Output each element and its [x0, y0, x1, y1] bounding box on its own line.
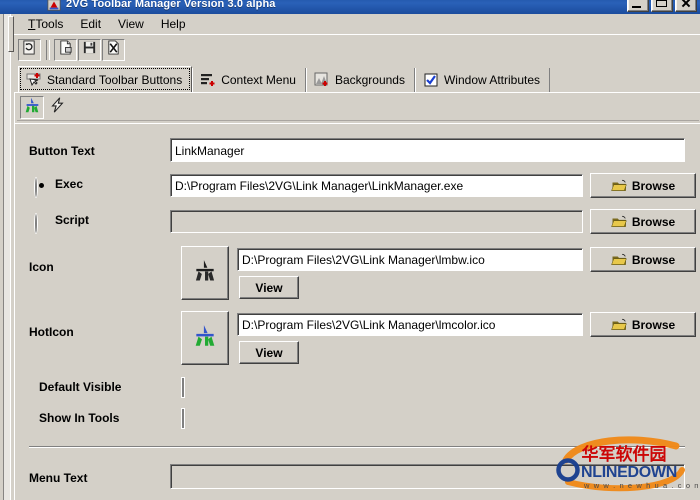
- minimize-button[interactable]: [627, 0, 649, 12]
- tab-label: Context Menu: [221, 73, 296, 87]
- hoticon-path-input[interactable]: D:\Program Files\2VG\Link Manager\lmcolo…: [237, 313, 583, 336]
- row-menu-text: Menu Text: [15, 464, 700, 492]
- menu-text-label: Menu Text: [29, 471, 88, 485]
- button-properties-form: Button Text LinkManager Exec D:\Program …: [15, 123, 700, 500]
- row-hoticon: HotIcon D:\Program Files\2VG\Link Manage…: [15, 311, 700, 371]
- window-controls: [627, 0, 697, 12]
- refresh-icon: [22, 39, 37, 60]
- hoticon-browse-label: Browse: [631, 317, 676, 332]
- checkbox-blue-icon: [423, 72, 439, 88]
- open-folder-icon: [611, 179, 627, 193]
- open-folder-icon: [611, 215, 627, 229]
- new-document-icon: [58, 39, 73, 60]
- icon-browse-button[interactable]: Browse: [590, 247, 696, 272]
- maximize-button[interactable]: [651, 0, 673, 12]
- panel-toolbar: [17, 95, 699, 121]
- icon-path-input[interactable]: D:\Program Files\2VG\Link Manager\lmbw.i…: [237, 248, 583, 271]
- toolbar-separator: [46, 39, 50, 60]
- row-script: Script Browse: [15, 209, 700, 236]
- tab-panel: Button Text LinkManager Exec D:\Program …: [14, 92, 700, 500]
- exec-radio[interactable]: [35, 178, 48, 197]
- vertical-scrollbar[interactable]: [3, 14, 14, 500]
- row-icon: Icon D:\Program Files\2VG\Link Manager\l…: [15, 246, 700, 306]
- menu-bar: TTools Edit View Help: [14, 14, 700, 34]
- show-in-tools-label: Show In Tools: [39, 411, 120, 425]
- tab-strip: Standard Toolbar Buttons Context Menu Ba…: [14, 66, 700, 92]
- icon-view-label: View: [255, 280, 283, 295]
- default-visible-checkbox[interactable]: [182, 378, 196, 397]
- toolbar-button-icon: [26, 72, 42, 88]
- linkmanager-color-icon: [192, 323, 218, 354]
- script-input[interactable]: [170, 210, 583, 233]
- hoticon-view-button[interactable]: View: [239, 341, 299, 364]
- tab-label: Backgrounds: [334, 73, 405, 87]
- hoticon-label: HotIcon: [29, 325, 74, 339]
- button-text-label: Button Text: [29, 144, 95, 158]
- hoticon-view-label: View: [255, 345, 283, 360]
- exec-input[interactable]: D:\Program Files\2VG\Link Manager\LinkMa…: [170, 174, 583, 197]
- app-icon: [46, 0, 62, 12]
- menu-text-input[interactable]: [170, 464, 685, 489]
- script-radio[interactable]: [35, 214, 48, 233]
- tab-backgrounds[interactable]: Backgrounds: [305, 68, 415, 92]
- exec-browse-button[interactable]: Browse: [590, 173, 696, 198]
- menu-tools[interactable]: TTools: [20, 15, 72, 33]
- exec-label: Exec: [55, 177, 84, 191]
- tab-standard-toolbar-buttons[interactable]: Standard Toolbar Buttons: [18, 66, 193, 92]
- script-label: Script: [55, 213, 90, 227]
- hoticon-preview: [181, 311, 229, 365]
- menu-tools-label: Tools: [35, 17, 64, 31]
- open-folder-icon: [611, 253, 627, 267]
- tab-label: Window Attributes: [443, 73, 541, 87]
- save-button[interactable]: [78, 38, 101, 61]
- row-show-in-tools: Show In Tools: [15, 407, 700, 431]
- menu-edit-label: Edit: [80, 17, 102, 31]
- window-title: 2VG Toolbar Manager Version 3.0 alpha: [66, 0, 276, 10]
- tab-window-attributes[interactable]: Window Attributes: [414, 68, 551, 92]
- left-frame-edge: [0, 14, 14, 500]
- open-folder-icon: [611, 318, 627, 332]
- exec-browse-label: Browse: [631, 178, 676, 193]
- menu-help-label: Help: [160, 17, 186, 31]
- default-visible-label: Default Visible: [39, 380, 122, 394]
- tab-context-menu[interactable]: Context Menu: [192, 68, 306, 92]
- context-menu-icon: [200, 72, 216, 88]
- script-browse-label: Browse: [631, 214, 676, 229]
- row-default-visible: Default Visible: [15, 376, 700, 400]
- main-toolbar: [14, 34, 700, 64]
- show-in-tools-checkbox[interactable]: [182, 409, 196, 428]
- title-bar: 2VG Toolbar Manager Version 3.0 alpha: [0, 0, 700, 14]
- menu-view-label: View: [118, 17, 144, 31]
- tab-label: Standard Toolbar Buttons: [47, 72, 183, 87]
- lightning-action[interactable]: [45, 96, 69, 119]
- icon-view-button[interactable]: View: [239, 276, 299, 299]
- script-browse-button[interactable]: Browse: [590, 209, 696, 234]
- add-button-item[interactable]: [20, 96, 44, 119]
- lightning-bolt-icon: [48, 96, 66, 119]
- application-window: 2VG Toolbar Manager Version 3.0 alpha TT…: [0, 0, 700, 500]
- close-button[interactable]: [675, 0, 697, 12]
- menu-edit[interactable]: Edit: [72, 15, 110, 33]
- button-text-input[interactable]: LinkManager: [170, 138, 685, 162]
- menu-view[interactable]: View: [110, 15, 153, 33]
- icon-label: Icon: [29, 260, 54, 274]
- row-button-text: Button Text LinkManager: [15, 138, 700, 166]
- icon-preview: [181, 246, 229, 300]
- menu-help[interactable]: Help: [153, 15, 195, 33]
- delete-button[interactable]: [102, 38, 125, 61]
- save-floppy-icon: [82, 40, 97, 60]
- refresh-button[interactable]: [18, 38, 41, 61]
- delete-x-icon: [106, 39, 121, 60]
- form-separator: [29, 446, 685, 448]
- icon-browse-label: Browse: [631, 252, 676, 267]
- background-icon: [314, 72, 330, 88]
- new-button[interactable]: [54, 38, 77, 61]
- linkmanager-color-icon: [23, 96, 41, 119]
- linkmanager-bw-icon: [192, 258, 218, 289]
- row-exec: Exec D:\Program Files\2VG\Link Manager\L…: [15, 173, 700, 200]
- hoticon-browse-button[interactable]: Browse: [590, 312, 696, 337]
